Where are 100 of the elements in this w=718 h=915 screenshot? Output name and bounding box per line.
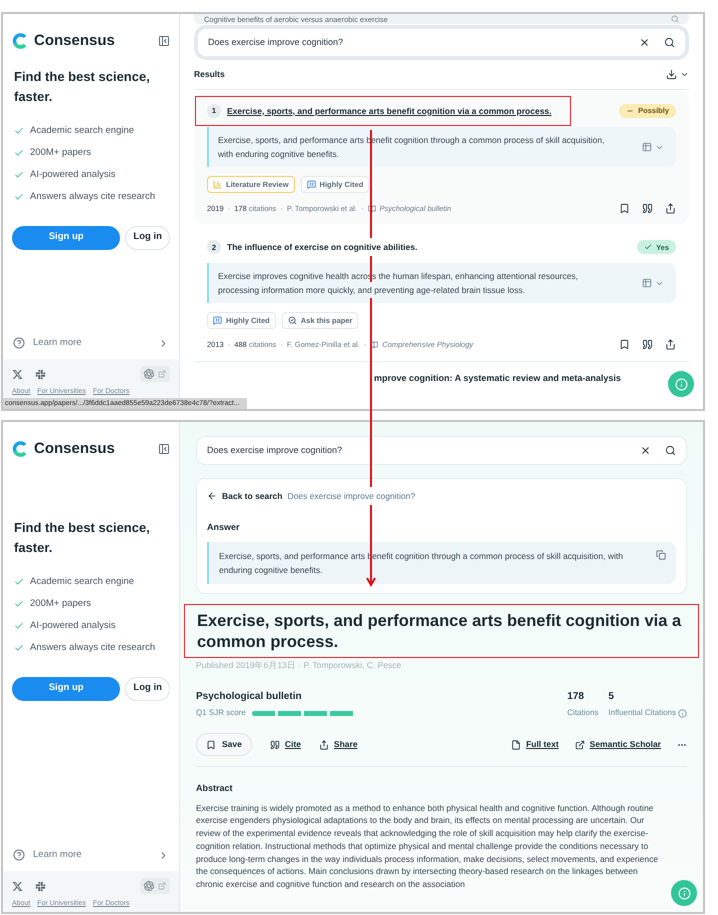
sidebar-icon bbox=[158, 443, 170, 456]
stat-label: Citations bbox=[567, 707, 598, 719]
check-icon bbox=[14, 598, 24, 609]
info-icon bbox=[678, 886, 690, 900]
quote-icon bbox=[642, 203, 653, 214]
check-icon bbox=[14, 192, 24, 202]
cite-button[interactable] bbox=[642, 339, 653, 350]
cite-button[interactable]: Cite bbox=[270, 738, 301, 751]
download-button[interactable] bbox=[666, 69, 689, 80]
share-icon bbox=[665, 339, 676, 350]
published-text: Published 2019年6月13日 · P. Tomporowski, C. Pesce bbox=[196, 659, 402, 672]
search-icon bbox=[671, 15, 679, 23]
answer-heading: Answer bbox=[207, 520, 241, 534]
share-icon bbox=[318, 740, 329, 750]
stat-value: 178 bbox=[567, 690, 585, 704]
search-field[interactable]: Does exercise improve cognition? bbox=[196, 436, 687, 465]
help-icon bbox=[13, 337, 25, 349]
brand-name: Consensus bbox=[34, 31, 115, 51]
stat-value: 5 bbox=[608, 690, 615, 704]
check-icon bbox=[644, 243, 652, 252]
book-icon bbox=[370, 340, 378, 349]
learn-more-link[interactable]: Learn more bbox=[3, 844, 179, 866]
document-icon bbox=[511, 740, 522, 750]
result-title-link[interactable]: mprove cognition: A systematic review and meta-analysis bbox=[374, 372, 621, 385]
slack-icon[interactable] bbox=[35, 368, 46, 380]
sjr-label: Q1 SJR score bbox=[196, 707, 246, 719]
tagline: Find the best science, faster. bbox=[13, 518, 151, 556]
log-in-button[interactable]: Log in bbox=[125, 226, 170, 250]
share-button[interactable] bbox=[665, 339, 676, 350]
quote-icon bbox=[642, 339, 653, 350]
download-icon bbox=[666, 69, 677, 80]
brand-name: Consensus bbox=[34, 439, 115, 459]
stat-label: Influential Citations bbox=[608, 707, 676, 719]
save-button[interactable]: Save bbox=[196, 733, 252, 756]
slack-icon[interactable] bbox=[35, 880, 46, 892]
external-link-icon bbox=[158, 882, 166, 890]
cite-button[interactable] bbox=[642, 203, 653, 214]
sidebar-icon bbox=[158, 35, 170, 48]
check-icon bbox=[14, 170, 24, 180]
check-icon bbox=[14, 643, 24, 654]
collapse-sidebar-button[interactable] bbox=[158, 443, 170, 456]
feature-text: Answers always cite research bbox=[30, 190, 156, 204]
bookmark-button[interactable] bbox=[619, 203, 630, 214]
sign-up-button[interactable]: Sign up bbox=[12, 226, 120, 250]
copy-icon bbox=[656, 550, 666, 560]
logo-icon bbox=[12, 33, 28, 50]
logo-icon bbox=[12, 441, 28, 458]
chevron-down-icon bbox=[680, 70, 689, 79]
share-button[interactable] bbox=[665, 203, 676, 214]
expand-table-button[interactable] bbox=[642, 142, 664, 152]
result-title-link[interactable]: Exercise, sports, and performance arts benefit cognition via a common process. bbox=[227, 104, 552, 118]
result-title-link[interactable]: The influence of exercise on cognitive abilities. bbox=[227, 240, 418, 254]
help-icon bbox=[13, 849, 25, 861]
expand-table-button[interactable] bbox=[642, 278, 664, 288]
search-field[interactable]: Does exercise improve cognition? bbox=[197, 28, 686, 57]
table-icon bbox=[642, 278, 652, 288]
table-icon bbox=[642, 142, 652, 152]
bookmark-icon bbox=[619, 203, 630, 214]
check-icon bbox=[14, 126, 24, 136]
feature-text: Answers always cite research bbox=[30, 641, 156, 656]
check-icon bbox=[14, 621, 24, 632]
full-text-link[interactable]: Full text bbox=[511, 738, 559, 751]
bookmark-icon bbox=[619, 339, 630, 350]
search-icon[interactable] bbox=[664, 37, 675, 48]
abstract-heading: Abstract bbox=[196, 782, 234, 795]
learn-more-link[interactable]: Learn more bbox=[3, 332, 179, 354]
copy-button[interactable] bbox=[656, 550, 666, 560]
search-icon[interactable] bbox=[665, 445, 676, 456]
collapse-sidebar-button[interactable] bbox=[158, 35, 170, 48]
check-icon bbox=[14, 576, 24, 587]
feature-text: Academic search engine bbox=[30, 574, 134, 588]
feature-text: AI-powered analysis bbox=[30, 619, 116, 633]
share-icon bbox=[665, 203, 676, 214]
feature-text: 200M+ papers bbox=[30, 146, 91, 160]
info-icon bbox=[674, 378, 688, 390]
external-link[interactable]: Semantic Scholar bbox=[574, 738, 661, 751]
results-heading: Results bbox=[194, 68, 225, 81]
info-icon[interactable] bbox=[678, 708, 687, 718]
share-button[interactable]: Share bbox=[318, 738, 358, 751]
bookmark-button[interactable] bbox=[619, 339, 630, 350]
openai-button[interactable] bbox=[140, 878, 170, 894]
book-icon bbox=[368, 204, 376, 213]
log-in-button[interactable]: Log in bbox=[125, 676, 170, 700]
tagline: Find the best science, faster. bbox=[13, 68, 151, 106]
feature-text: AI-powered analysis bbox=[30, 168, 116, 182]
x-icon[interactable] bbox=[12, 880, 23, 892]
openai-button[interactable] bbox=[140, 366, 170, 382]
clear-icon[interactable] bbox=[639, 37, 650, 48]
external-link-icon bbox=[158, 370, 166, 378]
feature-text: 200M+ papers bbox=[30, 596, 91, 611]
back-to-search-link[interactable]: Back to search bbox=[207, 490, 282, 503]
sign-up-button[interactable]: Sign up bbox=[12, 676, 120, 700]
clear-icon[interactable] bbox=[640, 445, 651, 456]
external-link-icon bbox=[574, 740, 585, 750]
bookmark-icon bbox=[206, 740, 216, 750]
check-icon bbox=[14, 148, 24, 158]
openai-icon bbox=[144, 369, 154, 379]
search-icon bbox=[288, 316, 297, 326]
x-icon[interactable] bbox=[12, 368, 23, 380]
quote-icon bbox=[270, 740, 280, 750]
